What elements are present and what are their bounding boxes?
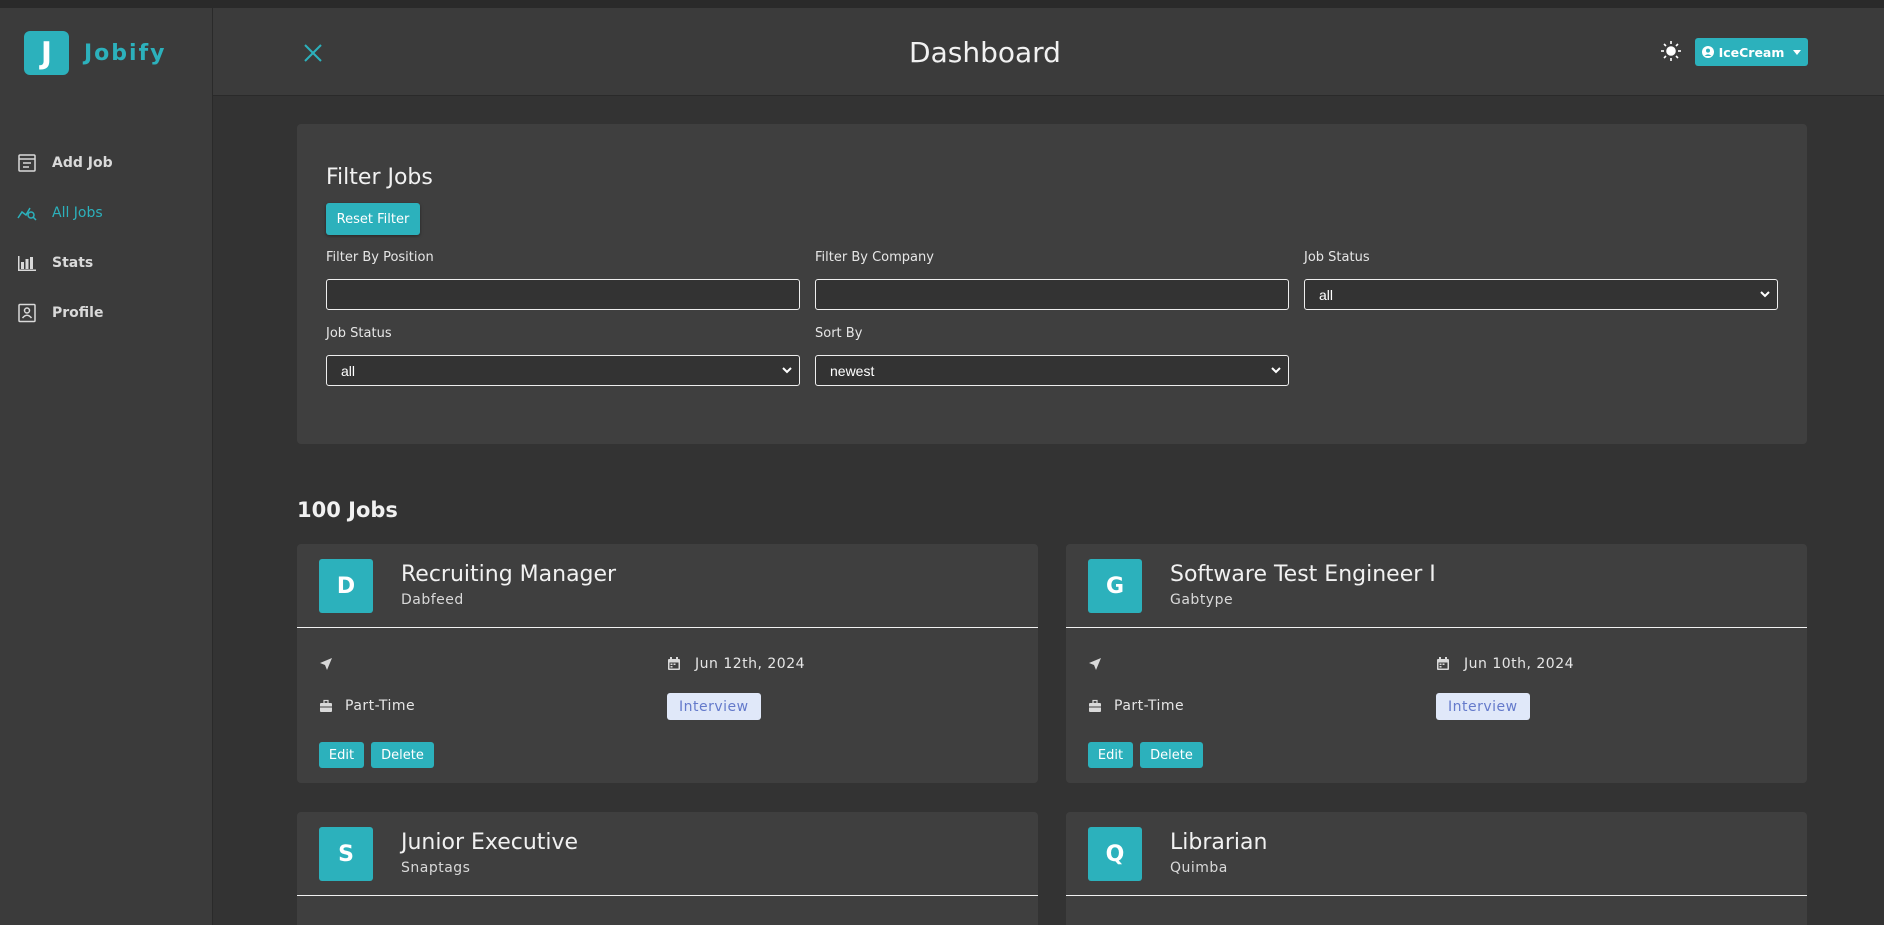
company-avatar: S xyxy=(319,827,373,881)
user-circle-icon xyxy=(1701,46,1714,58)
sidebar-item-label: Profile xyxy=(52,305,104,321)
reset-filter-button[interactable]: Reset Filter xyxy=(326,203,420,235)
delete-button[interactable]: Delete xyxy=(1140,742,1203,768)
job-card-header: S Junior Executive Snaptags xyxy=(297,812,1038,896)
briefcase-icon xyxy=(320,699,332,712)
job-type: Part-Time xyxy=(1114,698,1185,714)
header: Dashboard IceCream xyxy=(213,8,1884,96)
job-card: G Software Test Engineer I Gabtype Jun 1… xyxy=(1066,544,1807,783)
job-card-header: G Software Test Engineer I Gabtype xyxy=(1066,544,1807,628)
location-arrow-icon xyxy=(320,658,332,670)
sidebar-item-stats[interactable]: Stats xyxy=(0,238,213,288)
company-avatar: D xyxy=(319,559,373,613)
logo[interactable]: J Jobify xyxy=(24,31,167,75)
calendar-icon xyxy=(1437,657,1449,670)
status-badge: Interview xyxy=(1436,693,1530,720)
position-filter-input[interactable] xyxy=(326,279,800,310)
job-date: Jun 10th, 2024 xyxy=(1464,656,1575,672)
delete-button[interactable]: Delete xyxy=(371,742,434,768)
job-company: Snaptags xyxy=(401,860,471,876)
job-type-value: all xyxy=(341,362,356,379)
company-filter-label: Filter By Company xyxy=(815,250,934,265)
add-job-icon xyxy=(18,154,36,172)
job-title: Junior Executive xyxy=(401,830,579,855)
chevron-down-icon xyxy=(782,367,792,374)
profile-icon xyxy=(18,303,36,323)
stats-icon xyxy=(18,256,36,271)
user-name: IceCream xyxy=(1718,44,1785,60)
sidebar-item-profile[interactable]: Profile xyxy=(0,288,213,338)
job-card-body: Jun 12th, 2024 Part-Time Interview Edit … xyxy=(297,628,1038,783)
job-title: Software Test Engineer I xyxy=(1170,562,1436,587)
company-avatar: Q xyxy=(1088,827,1142,881)
logo-text: Jobify xyxy=(84,40,167,66)
job-company: Gabtype xyxy=(1170,592,1234,608)
edit-button[interactable]: Edit xyxy=(1088,742,1133,768)
status-badge: Interview xyxy=(667,693,761,720)
sort-label: Sort By xyxy=(815,326,863,341)
caret-down-icon xyxy=(1793,49,1802,55)
chevron-down-icon xyxy=(1760,291,1770,298)
job-type-select[interactable]: all xyxy=(326,355,800,386)
job-status-value: all xyxy=(1319,286,1334,303)
job-card-header: Q Librarian Quimba xyxy=(1066,812,1807,896)
sidebar-item-label: Add Job xyxy=(52,155,113,171)
location-arrow-icon xyxy=(1089,658,1101,670)
job-title: Recruiting Manager xyxy=(401,562,617,587)
calendar-icon xyxy=(668,657,680,670)
jobs-count: 100 Jobs xyxy=(297,498,398,522)
sidebar-item-label: All Jobs xyxy=(52,205,103,221)
job-card-header: D Recruiting Manager Dabfeed xyxy=(297,544,1038,628)
top-strip xyxy=(0,0,1884,8)
job-company: Quimba xyxy=(1170,860,1228,876)
sort-select[interactable]: newest xyxy=(815,355,1289,386)
company-filter-input[interactable] xyxy=(815,279,1289,310)
job-status-label: Job Status xyxy=(1304,250,1370,265)
all-jobs-icon xyxy=(17,207,37,221)
job-type-label: Job Status xyxy=(326,326,392,341)
sidebar-nav: Add Job All Jobs Stats Profile xyxy=(0,138,213,338)
edit-button[interactable]: Edit xyxy=(319,742,364,768)
page-title: Dashboard xyxy=(909,36,1061,69)
sidebar: J Jobify Add Job All Jobs Stats Profile xyxy=(0,8,213,925)
job-card: Q Librarian Quimba xyxy=(1066,812,1807,925)
job-date: Jun 12th, 2024 xyxy=(695,656,806,672)
sort-value: newest xyxy=(830,362,875,379)
job-status-select[interactable]: all xyxy=(1304,279,1778,310)
sidebar-item-all-jobs[interactable]: All Jobs xyxy=(0,188,213,238)
job-card-body: Jun 10th, 2024 Part-Time Interview Edit … xyxy=(1066,628,1807,783)
user-menu-button[interactable]: IceCream xyxy=(1695,38,1808,66)
sun-icon[interactable] xyxy=(1660,40,1682,62)
sidebar-item-label: Stats xyxy=(52,255,94,271)
filter-panel: Filter Jobs Reset Filter Filter By Posit… xyxy=(297,124,1807,444)
logo-icon: J xyxy=(24,31,69,75)
company-avatar: G xyxy=(1088,559,1142,613)
briefcase-icon xyxy=(1089,699,1101,712)
job-card: D Recruiting Manager Dabfeed Jun 12th, 2… xyxy=(297,544,1038,783)
job-title: Librarian xyxy=(1170,830,1268,855)
filter-title: Filter Jobs xyxy=(326,165,433,190)
job-type: Part-Time xyxy=(345,698,416,714)
job-card: S Junior Executive Snaptags xyxy=(297,812,1038,925)
position-filter-label: Filter By Position xyxy=(326,250,434,265)
chevron-down-icon xyxy=(1271,367,1281,374)
job-company: Dabfeed xyxy=(401,592,464,608)
sidebar-item-add-job[interactable]: Add Job xyxy=(0,138,213,188)
